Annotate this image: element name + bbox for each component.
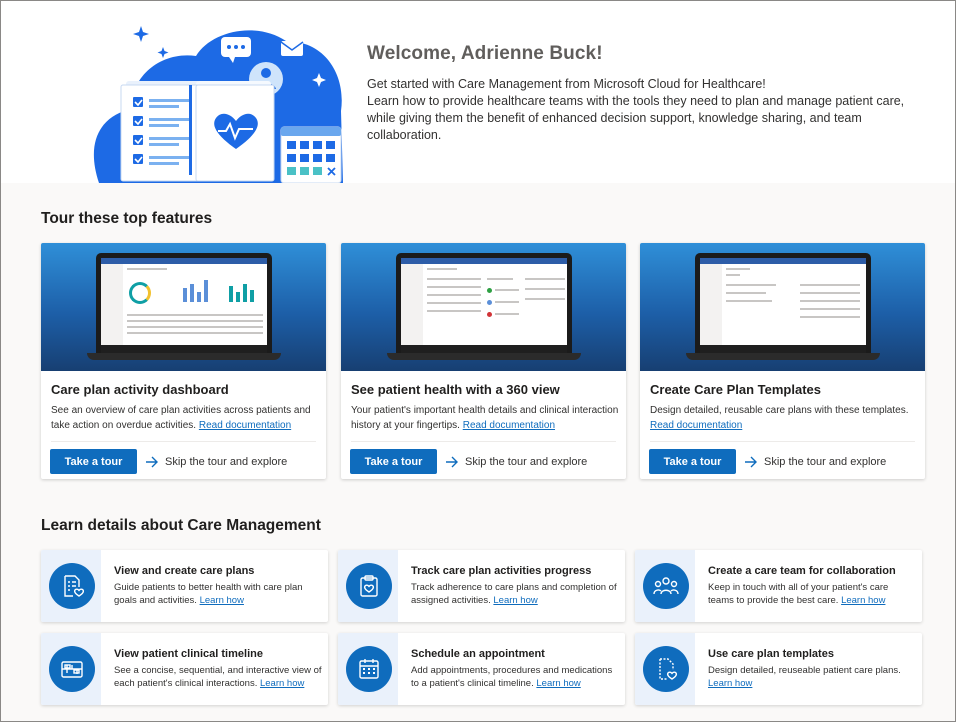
welcome-text: Welcome, Adrienne Buck! Get started with… (367, 43, 907, 144)
welcome-title: Welcome, Adrienne Buck! (367, 43, 603, 64)
tile-description: See a concise, sequential, and interacti… (114, 664, 322, 690)
tile-title: View and create care plans (114, 565, 255, 577)
learn-how-link[interactable]: Learn how (841, 595, 885, 606)
tile-description: Guide patients to better health with car… (114, 581, 322, 607)
card-title: Create Care Plan Templates (650, 382, 821, 397)
calendar-icon (359, 659, 379, 679)
arrow-right-icon (146, 456, 158, 467)
take-a-tour-button[interactable]: Take a tour (50, 449, 137, 474)
feature-card-360-view: See patient health with a 360 view Your … (341, 243, 626, 479)
people-team-icon (653, 577, 679, 595)
dashboard-screenshot (41, 243, 326, 371)
arrow-right-icon (446, 456, 458, 467)
learn-how-link[interactable]: Learn how (260, 678, 304, 689)
take-a-tour-button[interactable]: Take a tour (649, 449, 736, 474)
read-documentation-link[interactable]: Read documentation (650, 420, 742, 431)
tile-description: Add appointments, procedures and medicat… (411, 664, 619, 690)
take-a-tour-button[interactable]: Take a tour (350, 449, 437, 474)
tile-description-text: Design detailed, reuseable patient care … (708, 665, 901, 676)
tile-title: Create a care team for collaboration (708, 565, 896, 577)
tile-description: Track adherence to care plans and comple… (411, 581, 619, 607)
read-documentation-link[interactable]: Read documentation (463, 420, 555, 431)
card-title: Care plan activity dashboard (51, 382, 229, 397)
learn-how-link[interactable]: Learn how (200, 595, 244, 606)
card-divider (650, 441, 915, 442)
card-description-text: Design detailed, reusable care plans wit… (650, 405, 909, 416)
tile-title: View patient clinical timeline (114, 648, 263, 660)
card-divider (51, 441, 316, 442)
tile-description: Keep in touch with all of your patient's… (708, 581, 916, 607)
skip-tour-label: Skip the tour and explore (165, 455, 288, 468)
skip-tour-label: Skip the tour and explore (465, 455, 588, 468)
skip-tour-link[interactable]: Skip the tour and explore (744, 449, 886, 474)
learn-tile-care-team[interactable]: Create a care team for collaboration Kee… (635, 550, 922, 622)
feature-card-templates: Create Care Plan Templates Design detail… (640, 243, 925, 479)
welcome-banner: Welcome, Adrienne Buck! Get started with… (1, 1, 955, 183)
care-management-illustration (93, 26, 343, 183)
patient-360-screenshot (341, 243, 626, 371)
timeline-icon (61, 661, 83, 678)
learn-tile-schedule-appointment[interactable]: Schedule an appointment Add appointments… (338, 633, 625, 705)
learn-how-link[interactable]: Learn how (536, 678, 580, 689)
care-plan-icon (64, 575, 84, 597)
skip-tour-link[interactable]: Skip the tour and explore (145, 449, 287, 474)
feature-cards: Care plan activity dashboard See an over… (41, 243, 925, 479)
welcome-description: Learn how to provide healthcare teams wi… (367, 94, 905, 142)
tile-title: Use care plan templates (708, 648, 834, 660)
card-description: Design detailed, reusable care plans wit… (650, 404, 918, 433)
learn-tile-track-progress[interactable]: Track care plan activities progress Trac… (338, 550, 625, 622)
read-documentation-link[interactable]: Read documentation (199, 420, 291, 431)
skip-tour-label: Skip the tour and explore (764, 455, 887, 468)
learn-tile-care-plan-templates[interactable]: Use care plan templates Design detailed,… (635, 633, 922, 705)
clipboard-heart-icon (360, 575, 378, 597)
learn-how-link[interactable]: Learn how (493, 595, 537, 606)
skip-tour-link[interactable]: Skip the tour and explore (445, 449, 587, 474)
learn-tile-clinical-timeline[interactable]: View patient clinical timeline See a con… (41, 633, 328, 705)
card-divider (351, 441, 616, 442)
tile-description: Design detailed, reuseable patient care … (708, 664, 916, 690)
welcome-subtitle: Get started with Care Management from Mi… (367, 77, 766, 91)
card-description: Your patient's important health details … (351, 404, 619, 433)
arrow-right-icon (745, 456, 757, 467)
templates-screenshot (640, 243, 925, 371)
tile-title: Schedule an appointment (411, 648, 545, 660)
tile-title: Track care plan activities progress (411, 565, 592, 577)
template-heart-icon (659, 658, 678, 680)
learn-tile-care-plans[interactable]: View and create care plans Guide patient… (41, 550, 328, 622)
tile-description-text: Add appointments, procedures and medicat… (411, 665, 613, 689)
learn-heading: Learn details about Care Management (41, 517, 321, 534)
card-description: See an overview of care plan activities … (51, 404, 319, 433)
feature-card-dashboard: Care plan activity dashboard See an over… (41, 243, 326, 479)
tour-heading: Tour these top features (41, 210, 213, 227)
card-title: See patient health with a 360 view (351, 382, 560, 397)
learn-how-link[interactable]: Learn how (708, 678, 752, 689)
